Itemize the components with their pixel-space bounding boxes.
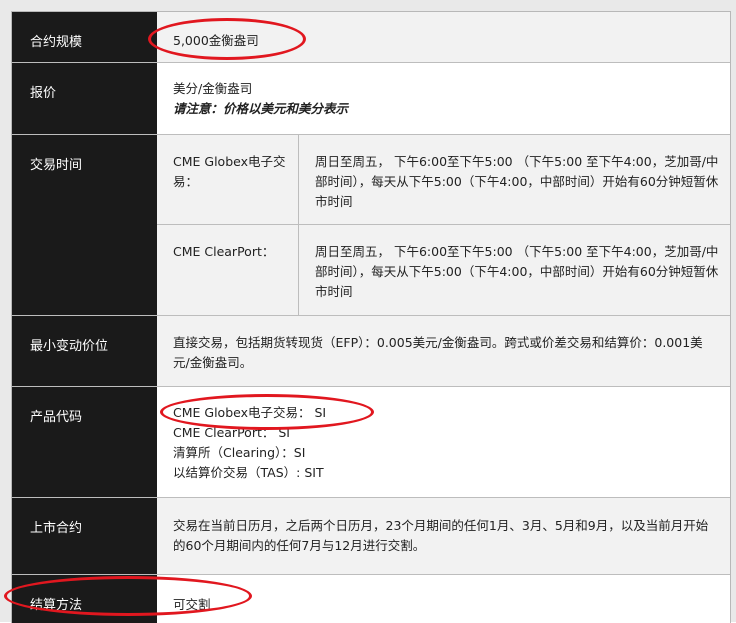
page-frame: 合约规模 5,000金衡盎司 报价 美分/金衡盎司 请注意：价格以美元和美分表示… (0, 0, 736, 623)
product-code-tas: 以结算价交易（TAS）: SIT (173, 465, 324, 480)
row-listed-contracts: 上市合约 交易在当前日历月，之后两个日历月，23个月期间的任何1月、3月、5月和… (12, 498, 730, 575)
globex-hours: 周日至周五， 下午6:00至下午5:00 （下午5:00 至下午4:00，芝加哥… (315, 154, 719, 209)
product-code-clearing: 清算所（Clearing）：SI (173, 445, 306, 460)
label-settlement: 结算方法 (12, 575, 157, 623)
globex-venue: CME Globex电子交易： (157, 135, 299, 224)
value-listed-contracts: 交易在当前日历月，之后两个日历月，23个月期间的任何1月、3月、5月和9月，以及… (157, 498, 730, 574)
product-code-list: CME Globex电子交易： SI CME ClearPort： SI 清算所… (157, 387, 730, 497)
product-code-globex: CME Globex电子交易： SI (173, 405, 327, 420)
value-price-quote: 美分/金衡盎司 (173, 81, 253, 96)
label-min-tick: 最小变动价位 (12, 316, 157, 386)
value-settlement: 可交割 (157, 575, 730, 623)
value-contract-size: 5,000金衡盎司 (157, 12, 730, 62)
label-price-quote: 报价 (12, 63, 157, 134)
contract-specs-table: 合约规模 5,000金衡盎司 报价 美分/金衡盎司 请注意：价格以美元和美分表示… (11, 11, 731, 623)
row-product-code: 产品代码 CME Globex电子交易： SI CME ClearPort： S… (12, 387, 730, 498)
row-min-tick: 最小变动价位 直接交易，包括期货转现货（EFP）：0.005美元/金衡盎司。跨式… (12, 316, 730, 387)
row-contract-size: 合约规模 5,000金衡盎司 (12, 12, 730, 63)
price-quote-note: 请注意：价格以美元和美分表示 (173, 101, 349, 116)
trading-hours-clearport: CME ClearPort： 周日至周五， 下午6:00至下午5:00 （下午5… (157, 225, 730, 315)
clearport-hours: 周日至周五， 下午6:00至下午5:00 （下午5:00 至下午4:00，芝加哥… (315, 244, 719, 299)
clearport-venue: CME ClearPort： (157, 225, 299, 315)
value-min-tick: 直接交易，包括期货转现货（EFP）：0.005美元/金衡盎司。跨式或价差交易和结… (157, 316, 730, 386)
label-contract-size: 合约规模 (12, 12, 157, 62)
row-settlement: 结算方法 可交割 (12, 575, 730, 623)
label-listed-contracts: 上市合约 (12, 498, 157, 574)
product-code-clearport: CME ClearPort： SI (173, 425, 290, 440)
label-product-code: 产品代码 (12, 387, 157, 497)
trading-hours-globex: CME Globex电子交易： 周日至周五， 下午6:00至下午5:00 （下午… (157, 135, 730, 225)
row-trading-hours: 交易时间 CME Globex电子交易： 周日至周五， 下午6:00至下午5:0… (12, 135, 730, 316)
label-trading-hours: 交易时间 (12, 135, 157, 315)
row-price-quote: 报价 美分/金衡盎司 请注意：价格以美元和美分表示 (12, 63, 730, 135)
